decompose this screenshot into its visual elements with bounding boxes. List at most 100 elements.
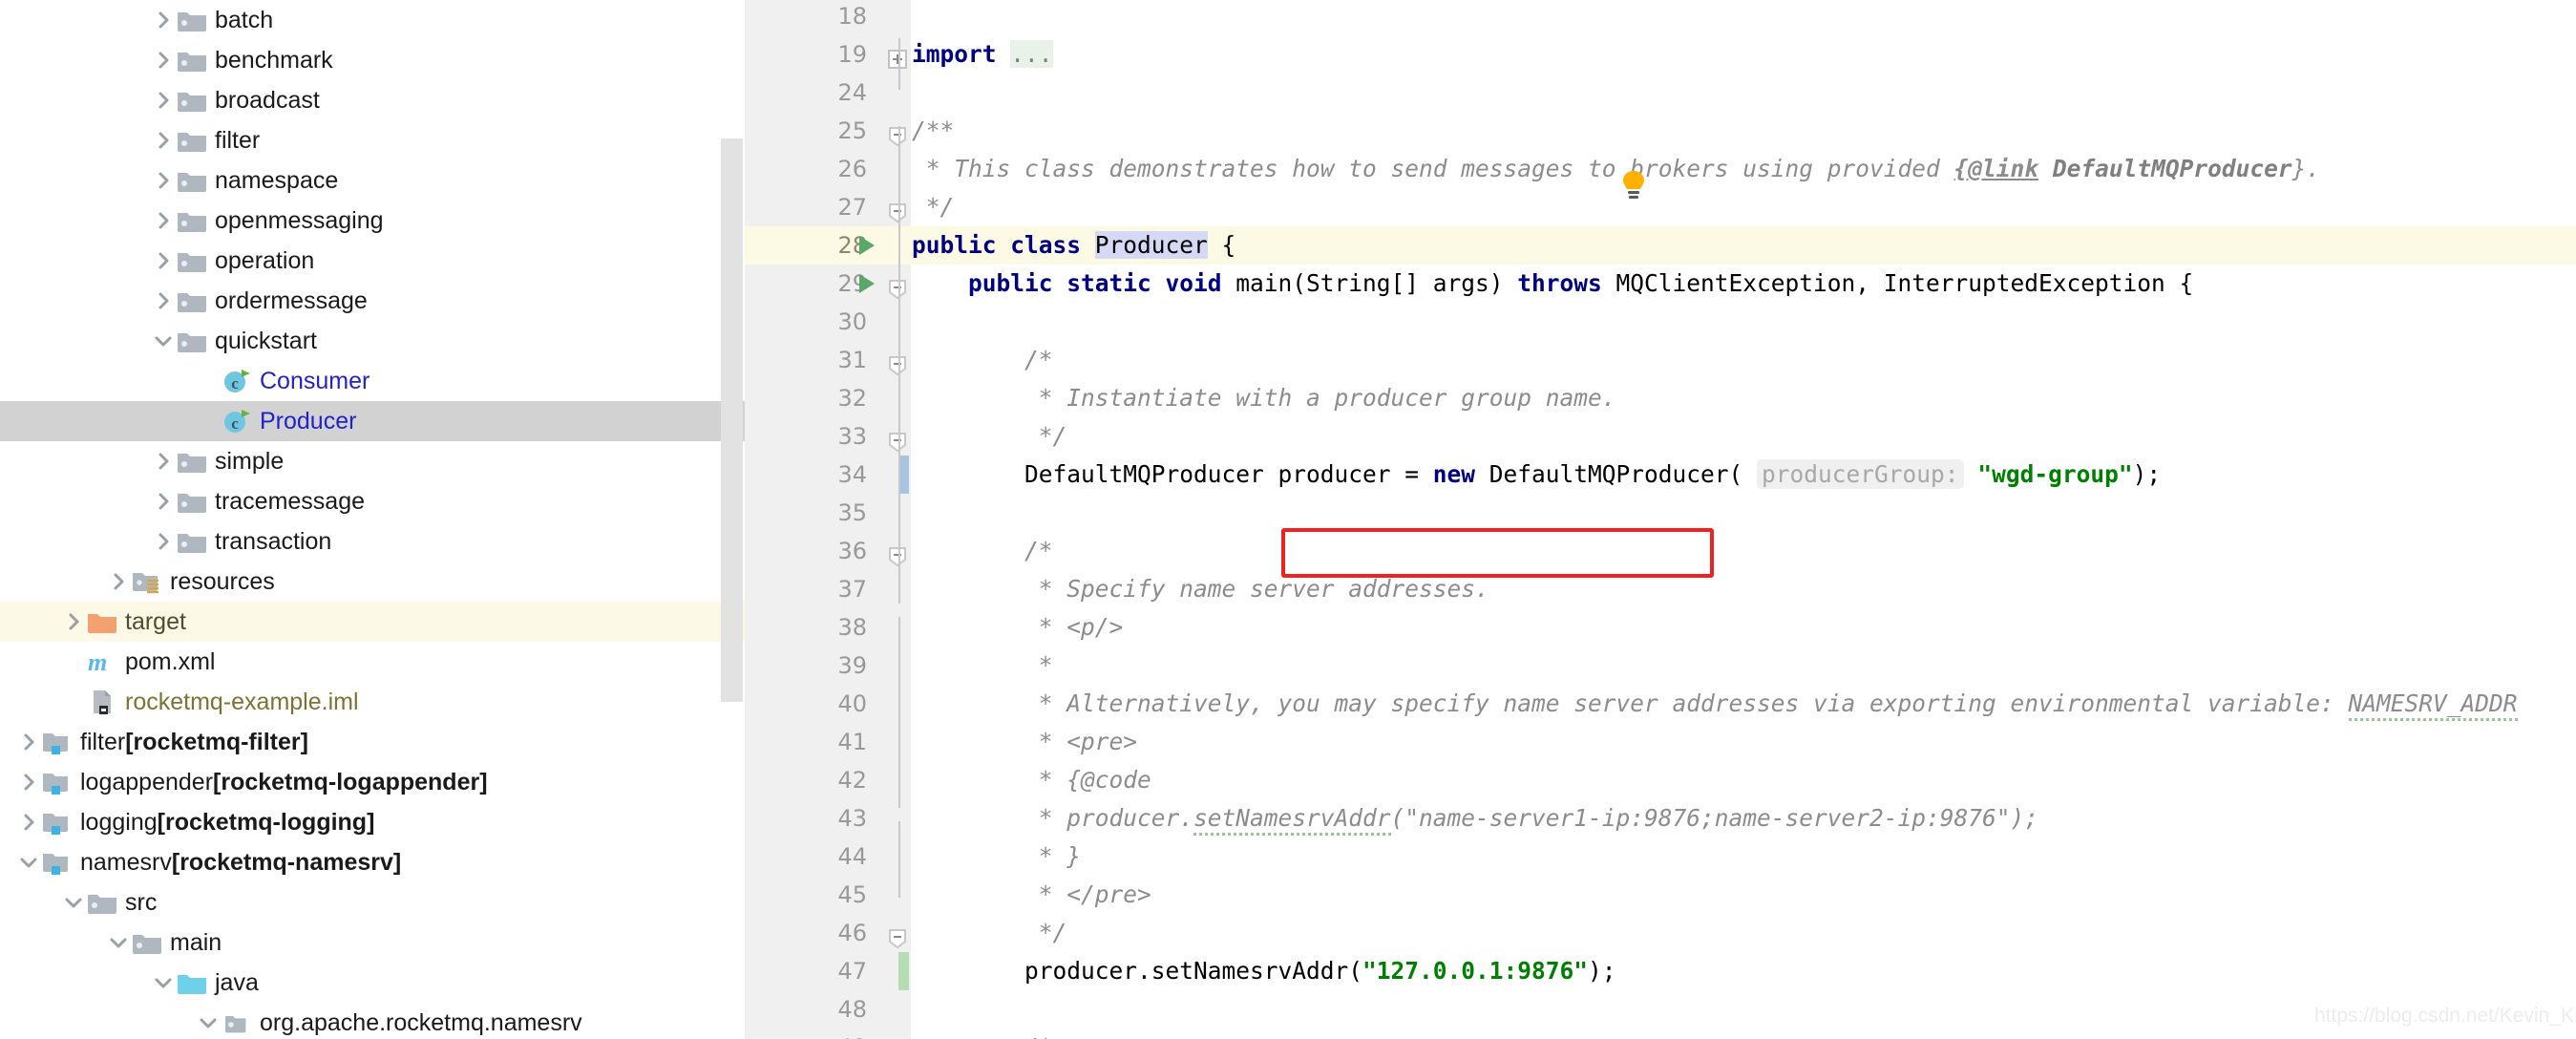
code-line[interactable]: 43 * producer.setNamesrvAddr("name-serve… — [745, 799, 2576, 838]
fold-column[interactable] — [886, 0, 912, 1039]
code-line[interactable]: 34 DefaultMQProducer producer = new Defa… — [745, 456, 2576, 494]
code-token: NAMESRV_ADDR — [2348, 689, 2518, 721]
code-line[interactable]: 48 — [745, 990, 2576, 1028]
code-line[interactable]: 25 /** — [745, 112, 2576, 150]
chevron-right-icon[interactable] — [16, 730, 41, 754]
line-number: 43 — [837, 805, 867, 832]
code-line[interactable]: 39 * — [745, 647, 2576, 685]
code-line[interactable]: 24 — [745, 74, 2576, 112]
tree-item-target[interactable]: target — [0, 602, 745, 642]
chevron-right-icon[interactable] — [151, 48, 176, 73]
code-line[interactable]: 37 * Specify name server addresses. — [745, 570, 2576, 608]
tree-item-filter[interactable]: filter [rocketmq-filter] — [0, 722, 745, 762]
tree-item-transaction[interactable]: transaction — [0, 521, 745, 562]
chevron-down-icon[interactable] — [106, 930, 131, 955]
code-line[interactable]: 47 producer.setNamesrvAddr("127.0.0.1:98… — [745, 952, 2576, 990]
tree-item-broadcast[interactable]: broadcast — [0, 80, 745, 120]
code-line[interactable]: 28 public class Producer { — [745, 226, 2576, 265]
chevron-down-icon[interactable] — [151, 970, 176, 995]
tree-item-label: resources — [170, 567, 275, 595]
folder-icon — [176, 327, 208, 355]
chevron-right-icon[interactable] — [151, 248, 176, 273]
code-line[interactable]: 41 * <pre> — [745, 723, 2576, 761]
class-icon: c — [221, 407, 253, 435]
tree-item-tracemessage[interactable]: tracemessage — [0, 481, 745, 521]
code-line[interactable]: 33 */ — [745, 417, 2576, 456]
maven-icon: m — [86, 647, 118, 676]
project-tree[interactable]: batch benchmark broadcast filter namespace op… — [0, 0, 745, 1039]
tree-item-java[interactable]: java — [0, 963, 745, 1003]
project-tree-panel[interactable]: batch benchmark broadcast filter namespace op… — [0, 0, 745, 1039]
code-line[interactable]: 38 * <p/> — [745, 608, 2576, 647]
chevron-down-icon[interactable] — [151, 329, 176, 353]
chevron-right-icon[interactable] — [151, 168, 176, 193]
code-line[interactable]: 44 * } — [745, 838, 2576, 876]
run-gutter-icon[interactable] — [859, 236, 875, 255]
tree-item-ordermessage[interactable]: ordermessage — [0, 281, 745, 321]
code-token: * Instantiate with a producer group name… — [912, 384, 1616, 412]
tree-item-filter[interactable]: filter — [0, 120, 745, 160]
code-token: public class — [912, 231, 1095, 259]
code-editor[interactable]: 18 19 import ... 24 25 /** 26 * This class dem… — [745, 0, 2576, 1039]
code-line[interactable]: 29 public static void main(String[] args… — [745, 265, 2576, 303]
code-lines[interactable]: 18 19 import ... 24 25 /** 26 * This class dem… — [745, 0, 2576, 1039]
chevron-right-icon[interactable] — [151, 449, 176, 474]
code-line[interactable]: 35 — [745, 494, 2576, 532]
tree-item-operation[interactable]: operation — [0, 241, 745, 281]
tree-item-pom-xml[interactable]: m pom.xml — [0, 642, 745, 682]
tree-item-resources[interactable]: resources — [0, 562, 745, 602]
chevron-down-icon[interactable] — [61, 890, 86, 915]
chevron-right-icon[interactable] — [151, 128, 176, 153]
code-line[interactable]: 42 * {@code — [745, 761, 2576, 799]
run-gutter-icon[interactable] — [859, 274, 875, 293]
tree-item-consumer[interactable]: c Consumer — [0, 361, 745, 401]
code-line[interactable]: 26 * This class demonstrates how to send… — [745, 150, 2576, 188]
chevron-right-icon[interactable] — [151, 529, 176, 554]
code-token: */ — [912, 193, 955, 221]
line-number: 25 — [837, 117, 867, 144]
code-line[interactable]: 40 * Alternatively, you may specify name… — [745, 685, 2576, 723]
code-line[interactable]: 27 */ — [745, 188, 2576, 226]
chevron-right-icon[interactable] — [61, 609, 86, 634]
code-line[interactable]: 19 import ... — [745, 35, 2576, 74]
project-tree-scrollbar[interactable] — [721, 138, 743, 702]
folder-icon — [86, 888, 118, 917]
tree-item-logging[interactable]: logging [rocketmq-logging] — [0, 802, 745, 842]
code-line[interactable]: 30 — [745, 303, 2576, 341]
code-token: /** — [912, 117, 955, 144]
tree-item-batch[interactable]: batch — [0, 0, 745, 40]
chevron-right-icon[interactable] — [16, 770, 41, 795]
chevron-right-icon[interactable] — [151, 88, 176, 113]
chevron-right-icon[interactable] — [106, 569, 131, 594]
intention-bulb-icon[interactable] — [1619, 170, 1648, 202]
tree-item-openmessaging[interactable]: openmessaging — [0, 201, 745, 241]
chevron-down-icon[interactable] — [16, 850, 41, 875]
code-line[interactable]: 46 */ — [745, 914, 2576, 952]
tree-item-producer[interactable]: c Producer — [0, 401, 745, 441]
chevron-down-icon[interactable] — [196, 1010, 221, 1035]
tree-item-namespace[interactable]: namespace — [0, 160, 745, 201]
code-line[interactable]: 18 — [745, 0, 2576, 35]
tree-item-rocketmq-example-iml[interactable]: rocketmq-example.iml — [0, 682, 745, 722]
tree-item-org-apache-rocketmq-namesrv[interactable]: org.apache.rocketmq.namesrv — [0, 1003, 745, 1039]
code-line[interactable]: 49 /* — [745, 1028, 2576, 1039]
code-token: throws — [1517, 269, 1616, 297]
chevron-right-icon[interactable] — [151, 489, 176, 514]
chevron-right-icon[interactable] — [151, 288, 176, 313]
tree-item-logappender[interactable]: logappender [rocketmq-logappender] — [0, 762, 745, 802]
chevron-right-icon[interactable] — [151, 208, 176, 233]
tree-item-src[interactable]: src — [0, 882, 745, 922]
tree-item-main[interactable]: main — [0, 922, 745, 963]
tree-item-namesrv[interactable]: namesrv [rocketmq-namesrv] — [0, 842, 745, 882]
chevron-right-icon[interactable] — [151, 8, 176, 32]
chevron-right-icon[interactable] — [16, 810, 41, 835]
tree-item-simple[interactable]: simple — [0, 441, 745, 481]
tree-item-label: target — [125, 607, 186, 635]
tree-item-quickstart[interactable]: quickstart — [0, 321, 745, 361]
code-line[interactable]: 36 /* — [745, 532, 2576, 570]
tree-item-benchmark[interactable]: benchmark — [0, 40, 745, 80]
line-number: 29 — [837, 270, 867, 297]
code-line[interactable]: 31 /* — [745, 341, 2576, 379]
code-line[interactable]: 32 * Instantiate with a producer group n… — [745, 379, 2576, 417]
code-line[interactable]: 45 * </pre> — [745, 876, 2576, 914]
